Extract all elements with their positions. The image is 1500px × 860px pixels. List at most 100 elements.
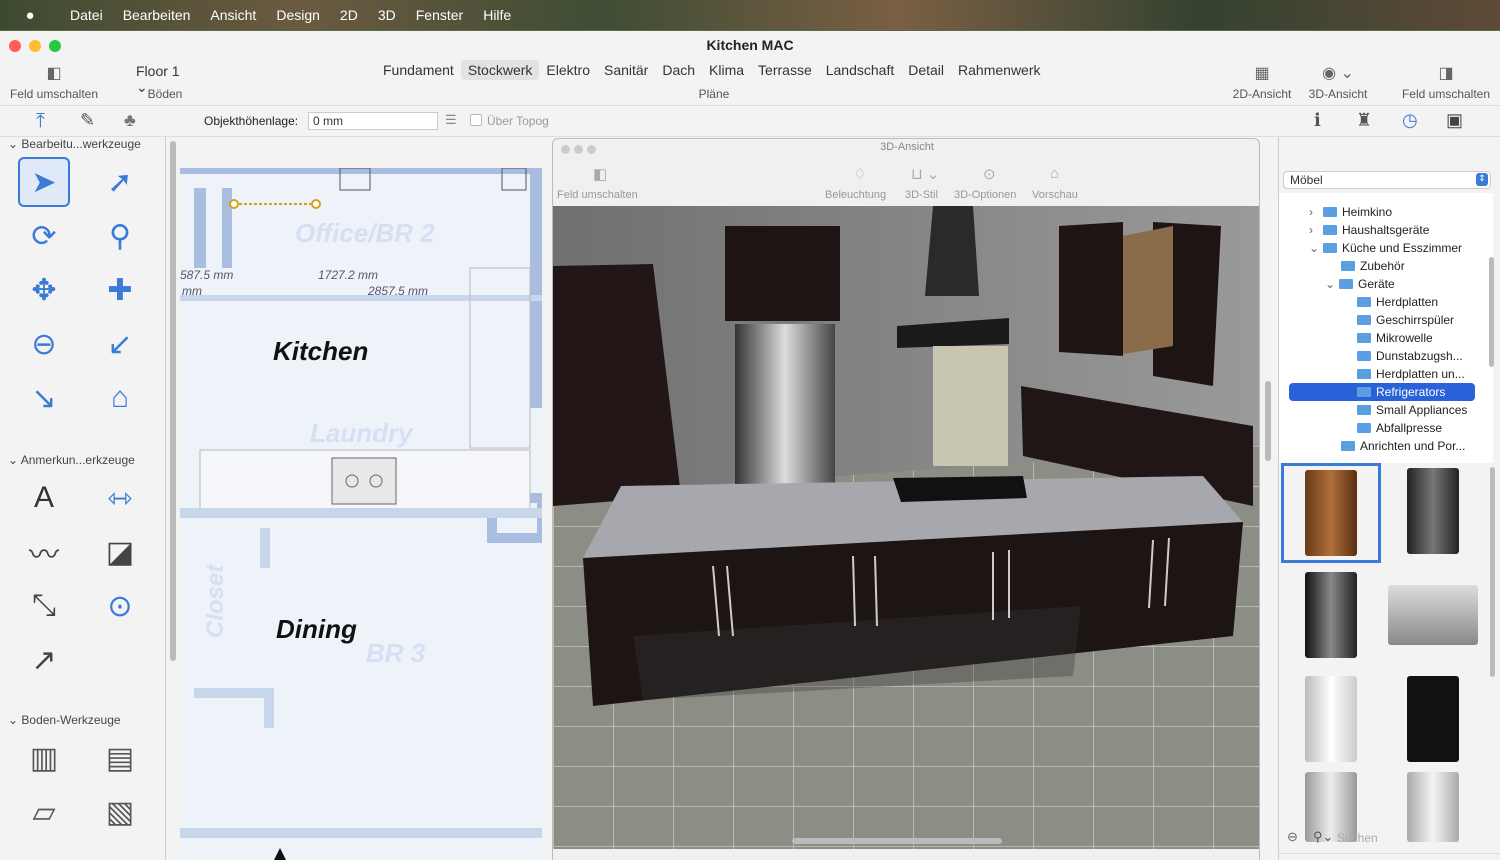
tab-fundament[interactable]: Fundament bbox=[376, 60, 461, 80]
house-icon[interactable]: ⌂ bbox=[94, 373, 146, 423]
floor-plan-icon[interactable]: ▥ bbox=[18, 733, 70, 783]
paint-cup-icon[interactable]: ⊔ ⌄ bbox=[911, 165, 939, 183]
text-tool-icon[interactable]: A bbox=[18, 473, 70, 523]
tab-rahmenwerk[interactable]: Rahmenwerk bbox=[951, 60, 1047, 80]
3d-view-scrollbar[interactable] bbox=[1265, 381, 1271, 461]
arrow-tool-icon[interactable]: ↗ bbox=[18, 635, 70, 685]
rotate-icon[interactable]: ⟳ bbox=[18, 211, 70, 261]
tree-item-geraete[interactable]: ⌄ Geräte bbox=[1325, 275, 1395, 293]
multi-select-icon[interactable]: ➚ bbox=[94, 157, 146, 207]
remove-point-icon[interactable]: ⊖ bbox=[18, 319, 70, 369]
floor-select[interactable]: Floor 1 ⌄ bbox=[128, 61, 198, 95]
menu-ansicht[interactable]: Ansicht bbox=[210, 7, 256, 23]
tab-stockwerk[interactable]: Stockwerk bbox=[460, 60, 540, 80]
panel-toggle-icon[interactable]: ◧ bbox=[593, 165, 607, 183]
more-options-icon[interactable]: ⊖ bbox=[1287, 829, 1298, 845]
timer-icon[interactable]: ◷ bbox=[1402, 110, 1418, 131]
tree-icon[interactable]: ♣ bbox=[124, 110, 136, 131]
tree-item-dunstabzug[interactable]: Dunstabzugsh... bbox=[1357, 347, 1463, 365]
tab-landschaft[interactable]: Landschaft bbox=[819, 60, 902, 80]
tab-dach[interactable]: Dach bbox=[655, 60, 702, 80]
tree-item-zubehoer[interactable]: Zubehör bbox=[1341, 257, 1405, 275]
tab-terrasse[interactable]: Terrasse bbox=[751, 60, 819, 80]
topo-checkbox[interactable] bbox=[470, 114, 482, 126]
break-line-icon[interactable]: ↘ bbox=[18, 373, 70, 423]
tree-item-refrigerators[interactable]: Refrigerators bbox=[1289, 383, 1475, 401]
thumbnail-scrollbar[interactable] bbox=[1490, 467, 1495, 677]
callout-icon[interactable]: ◪ bbox=[94, 527, 146, 577]
dimension-icon[interactable]: ⇿ bbox=[94, 473, 146, 523]
floor-add-icon[interactable]: ▤ bbox=[94, 733, 146, 783]
tree-item-anrichten[interactable]: Anrichten und Por... bbox=[1341, 437, 1465, 455]
tab-klima[interactable]: Klima bbox=[702, 60, 751, 80]
edit-tools-section[interactable]: ⌄ Bearbeitu...werkzeuge bbox=[8, 137, 141, 151]
chevron-right-icon[interactable]: › bbox=[1309, 205, 1323, 219]
corner-arrow-icon[interactable]: ↙ bbox=[94, 319, 146, 369]
chair-icon[interactable]: ♜ bbox=[1356, 110, 1372, 131]
tree-item-mikrowelle[interactable]: Mikrowelle bbox=[1357, 329, 1433, 347]
tree-scrollbar[interactable] bbox=[1489, 257, 1494, 367]
tree-item-small-appliances[interactable]: Small Appliances bbox=[1357, 401, 1467, 419]
floor-copy-icon[interactable]: ▧ bbox=[94, 787, 146, 837]
refrigerator-thumbnail[interactable] bbox=[1283, 671, 1379, 767]
pan-hand-icon[interactable]: ✥ bbox=[18, 265, 70, 315]
sidebar-right-toggle-icon[interactable]: ◨ bbox=[1434, 63, 1458, 83]
refrigerator-thumbnail[interactable] bbox=[1281, 463, 1381, 563]
tools-scrollbar[interactable] bbox=[170, 141, 176, 661]
library-select[interactable]: Möbel ⇕ bbox=[1283, 171, 1491, 189]
tree-item-herdplatten-un[interactable]: Herdplatten un... bbox=[1357, 365, 1465, 383]
tab-sanitaer[interactable]: Sanitär bbox=[597, 60, 655, 80]
3d-render-viewport[interactable] bbox=[553, 206, 1259, 849]
tools-panel: ⌄ Bearbeitu...werkzeuge ➤ ➚ ⟳ ⚲ ✥ ✚ ⊖ ↙ … bbox=[0, 137, 166, 860]
tree-item-haushaltsgeraete[interactable]: › Haushaltsgeräte bbox=[1309, 221, 1429, 239]
floor-slab-icon[interactable]: ▱ bbox=[18, 787, 70, 837]
tree-item-abfallpresse[interactable]: Abfallpresse bbox=[1357, 419, 1442, 437]
menu-fenster[interactable]: Fenster bbox=[416, 7, 463, 23]
freezer-chest-thumbnail[interactable] bbox=[1385, 567, 1481, 663]
radial-dimension-icon[interactable]: ⊙ bbox=[94, 581, 146, 631]
refrigerator-thumbnail[interactable] bbox=[1385, 463, 1481, 559]
search-icon[interactable]: ⚲⌄ bbox=[1313, 829, 1333, 845]
tree-item-geschirrspueler[interactable]: Geschirrspüler bbox=[1357, 311, 1454, 329]
magnifier-icon[interactable]: ⚲ bbox=[94, 211, 146, 261]
chevron-down-icon[interactable]: ⌄ bbox=[1309, 241, 1323, 255]
tab-detail[interactable]: Detail bbox=[901, 60, 951, 80]
height-field[interactable]: 0 mm bbox=[308, 112, 438, 130]
chevron-down-icon[interactable]: ⌄ bbox=[1325, 277, 1339, 291]
sidebar-toggle-icon[interactable]: ◧ bbox=[44, 63, 64, 83]
floor-tools-section[interactable]: ⌄ Boden-Werkzeuge bbox=[8, 713, 121, 727]
2d-view-icon[interactable]: ▦ bbox=[1250, 63, 1274, 83]
chevron-right-icon[interactable]: › bbox=[1309, 223, 1323, 237]
annotation-tools-section[interactable]: ⌄ Anmerkun...erkzeuge bbox=[8, 453, 135, 467]
menu-3d[interactable]: 3D bbox=[378, 7, 396, 23]
menu-datei[interactable]: Datei bbox=[70, 7, 103, 23]
pointer-mode-icon[interactable]: ⤒ bbox=[36, 110, 45, 133]
tree-item-kueche[interactable]: ⌄ Küche und Esszimmer bbox=[1309, 239, 1462, 257]
arc-dimension-icon[interactable]: ⤡ bbox=[18, 581, 70, 631]
menu-design[interactable]: Design bbox=[276, 7, 320, 23]
menu-2d[interactable]: 2D bbox=[340, 7, 358, 23]
options-icon[interactable]: ⊙ bbox=[983, 165, 996, 183]
brush-icon[interactable]: ✎ bbox=[80, 110, 95, 131]
lightbulb-icon[interactable]: ♢ bbox=[853, 165, 866, 183]
eye-icon[interactable]: ◉ ⌄ bbox=[1318, 63, 1358, 83]
tab-elektro[interactable]: Elektro bbox=[539, 60, 597, 80]
info-icon[interactable]: ℹ bbox=[1314, 110, 1321, 131]
tree-item-heimkino[interactable]: › Heimkino bbox=[1309, 203, 1392, 221]
add-point-icon[interactable]: ✚ bbox=[94, 265, 146, 315]
apple-icon[interactable]: ● bbox=[0, 7, 60, 24]
break-symbol-icon[interactable]: 〰 bbox=[18, 527, 70, 577]
menu-bearbeiten[interactable]: Bearbeiten bbox=[123, 7, 191, 23]
refrigerator-thumbnail[interactable] bbox=[1385, 671, 1481, 767]
tree-item-herdplatten[interactable]: Herdplatten bbox=[1357, 293, 1438, 311]
select-arrow-icon[interactable]: ➤ bbox=[18, 157, 70, 207]
menu-hilfe[interactable]: Hilfe bbox=[483, 7, 511, 23]
horizontal-scrollbar[interactable] bbox=[792, 838, 1002, 844]
list-icon[interactable]: ☰ bbox=[445, 112, 457, 128]
refrigerator-thumbnail[interactable] bbox=[1283, 567, 1379, 663]
book-icon[interactable]: ▣ bbox=[1446, 110, 1463, 131]
floor-plan-canvas[interactable]: Office/BR 2 Kitchen Laundry Dining BR 3 … bbox=[180, 168, 542, 860]
refrigerator-thumbnail[interactable] bbox=[1385, 767, 1481, 847]
search-input[interactable]: Suchen bbox=[1337, 831, 1378, 845]
preview-house-icon[interactable]: ⌂ bbox=[1050, 165, 1059, 182]
